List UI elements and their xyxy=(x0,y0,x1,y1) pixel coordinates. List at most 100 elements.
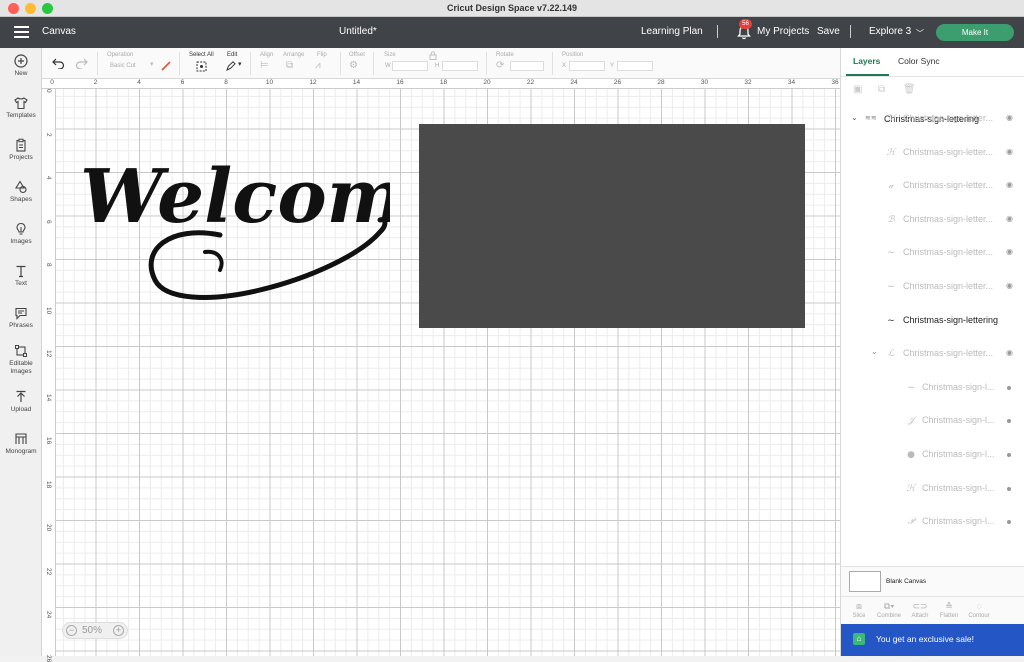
chevron-down-icon[interactable]: ▾ xyxy=(238,60,242,68)
sidebar-item-label: Images xyxy=(10,238,32,245)
delete-icon[interactable]: 🗑 xyxy=(903,84,916,96)
blank-canvas-label: Blank Canvas xyxy=(886,578,927,585)
sidebar-item-text[interactable]: Text xyxy=(0,264,42,288)
blank-canvas-row[interactable]: Blank Canvas xyxy=(841,566,1024,596)
layer-actions: ⧈ Slice ⧉▾ Combine ⊂⊃ Attach ≙ Flatten ◌ Cont… xyxy=(841,596,1024,624)
make-it-button[interactable]: Make It xyxy=(936,24,1014,41)
menu-icon[interactable] xyxy=(14,26,29,38)
zoom-in-button[interactable]: + xyxy=(113,625,124,636)
visibility-hidden-icon[interactable]: ◉ xyxy=(1006,147,1013,156)
ruler-top-label: 18 xyxy=(439,79,448,86)
operation-select[interactable]: Basic Cut xyxy=(110,63,136,69)
align-icon[interactable]: ⊨ xyxy=(260,60,269,71)
layer-name: Christmas-sign-letter... xyxy=(903,146,994,157)
layer-thumb-icon: ℳ xyxy=(886,114,896,124)
select-all-icon[interactable] xyxy=(196,61,207,72)
welcome-lettering-image[interactable]: Welcome xyxy=(80,140,390,305)
slice-button[interactable]: ⧈ Slice xyxy=(845,601,873,619)
toolbar-divider xyxy=(97,52,98,75)
position-y-input[interactable] xyxy=(617,61,653,71)
window-title: Cricut Design Space v7.22.149 xyxy=(446,3,578,13)
sidebar-item-new[interactable]: New xyxy=(0,54,42,78)
layer-row[interactable]: ℳ Christmas-sign-letter... ◉ xyxy=(841,103,1024,136)
redo-icon[interactable] xyxy=(75,57,88,69)
visibility-hidden-icon[interactable]: ◉ xyxy=(1006,281,1013,290)
offset-icon[interactable]: ⚙ xyxy=(349,60,358,71)
lock-icon[interactable] xyxy=(429,51,437,60)
sidebar-item-shapes[interactable]: Shapes xyxy=(0,180,42,204)
sidebar-item-upload[interactable]: Upload xyxy=(0,390,42,414)
ruler-top-label: 4 xyxy=(137,79,141,86)
layer-color-dot[interactable] xyxy=(1007,486,1011,491)
visibility-hidden-icon[interactable]: ◉ xyxy=(1006,113,1013,122)
sidebar-item-editable-images[interactable]: Editable Images xyxy=(0,344,42,376)
sale-banner[interactable]: ⌂ You get an exclusive sale! xyxy=(841,624,1024,656)
layer-color-dot[interactable] xyxy=(1007,419,1011,424)
chevron-down-icon[interactable]: ⌄ xyxy=(871,347,878,356)
layer-thumb-icon: ℋ xyxy=(886,147,896,158)
sidebar-item-projects[interactable]: Projects xyxy=(0,138,42,162)
layer-row[interactable]: ⌄ ℒ Christmas-sign-letter... ◉ xyxy=(841,338,1024,371)
visibility-hidden-icon[interactable]: ◉ xyxy=(1006,348,1013,357)
visibility-hidden-icon[interactable]: ◉ xyxy=(1006,214,1013,223)
contour-label: Contour xyxy=(968,613,990,619)
tab-color-sync[interactable]: Color Sync xyxy=(898,56,940,66)
layer-row[interactable]: ~ Christmas-sign-l... xyxy=(841,372,1024,405)
visibility-hidden-icon[interactable]: ◉ xyxy=(1006,180,1013,189)
pen-color-icon[interactable] xyxy=(161,61,171,71)
visibility-hidden-icon[interactable]: ◉ xyxy=(1006,247,1013,256)
undo-icon[interactable] xyxy=(52,57,65,69)
selected-shape[interactable] xyxy=(419,124,805,328)
shapes-icon xyxy=(15,180,27,194)
duplicate-icon[interactable]: ⧉ xyxy=(878,84,890,96)
layer-thumb-icon: 𝒶 xyxy=(888,181,894,192)
width-input[interactable] xyxy=(392,61,428,71)
ruler-left-label: 8 xyxy=(45,263,52,267)
layer-name: Christmas-sign-l... xyxy=(922,381,995,392)
layer-row[interactable]: ● Christmas-sign-l... xyxy=(841,439,1024,472)
save-button[interactable]: Save xyxy=(817,26,840,37)
group-icon[interactable]: ▣ xyxy=(853,84,865,96)
chevron-down-icon[interactable]: ▾ xyxy=(150,60,154,68)
attach-button[interactable]: ⊂⊃ Attach xyxy=(906,601,934,619)
rotate-icon[interactable]: ⟳ xyxy=(496,60,504,71)
attach-icon: ⊂⊃ xyxy=(912,601,928,611)
layers-panel: Layers Color Sync ▣ ⧉ 🗑 ⌄ ≋≋ Christmas-s… xyxy=(840,48,1024,656)
layer-row[interactable]: 𝒫 Christmas-sign-l... xyxy=(841,506,1024,539)
height-input[interactable] xyxy=(442,61,478,71)
arrange-icon[interactable]: ⧉ xyxy=(286,60,293,71)
tab-layers[interactable]: Layers xyxy=(853,56,880,66)
my-projects-button[interactable]: My Projects xyxy=(757,26,809,37)
position-x-input[interactable] xyxy=(569,61,605,71)
flatten-icon: ≙ xyxy=(945,601,953,611)
layer-color-dot[interactable] xyxy=(1007,520,1011,525)
layer-row[interactable]: ~ Christmas-sign-letter... ◉ xyxy=(841,237,1024,270)
sidebar-item-monogram[interactable]: Monogram xyxy=(0,432,42,456)
combine-button[interactable]: ⧉▾ Combine xyxy=(875,601,903,619)
layer-row[interactable]: ℋ Christmas-sign-letter... ◉ xyxy=(841,137,1024,170)
sidebar-item-images[interactable]: Images xyxy=(0,222,42,246)
contour-button[interactable]: ◌ Contour xyxy=(965,601,993,619)
layer-row[interactable]: ~ Christmas-sign-lettering xyxy=(841,305,1024,338)
layer-row[interactable]: 𝒶 Christmas-sign-letter... ◉ xyxy=(841,170,1024,203)
layer-row[interactable]: ℋ Christmas-sign-l... xyxy=(841,473,1024,506)
layer-color-dot[interactable] xyxy=(1007,385,1011,390)
document-title[interactable]: Untitled* xyxy=(339,26,377,37)
ruler-top-label: 14 xyxy=(352,79,361,86)
zoom-out-button[interactable]: − xyxy=(66,625,77,636)
layer-row[interactable]: ℬ Christmas-sign-letter... ◉ xyxy=(841,204,1024,237)
flatten-button[interactable]: ≙ Flatten xyxy=(935,601,963,619)
sidebar-item-templates[interactable]: Templates xyxy=(0,96,42,120)
contour-icon: ◌ xyxy=(976,601,982,611)
sidebar-item-phrases[interactable]: Phrases xyxy=(0,306,42,330)
canvas-label: Canvas xyxy=(42,26,76,37)
chevron-down-icon[interactable]: ﹀ xyxy=(916,28,924,39)
learning-plan-link[interactable]: Learning Plan xyxy=(641,26,703,37)
layer-color-dot[interactable] xyxy=(1007,453,1011,457)
layer-row[interactable]: ~ Christmas-sign-letter... ◉ xyxy=(841,271,1024,304)
flip-icon[interactable]: ⩘ xyxy=(315,60,321,71)
layer-row[interactable]: 𝒥 Christmas-sign-l... xyxy=(841,405,1024,438)
machine-select-button[interactable]: Explore 3 xyxy=(869,26,911,37)
rotate-input[interactable] xyxy=(510,61,544,71)
pencil-icon[interactable] xyxy=(225,61,236,72)
